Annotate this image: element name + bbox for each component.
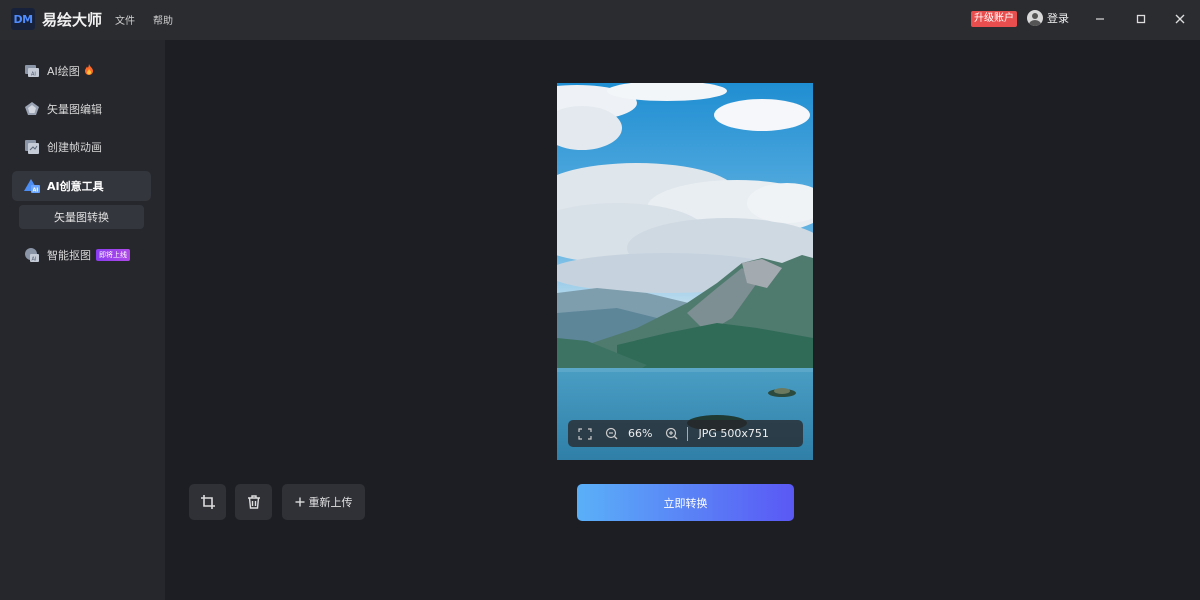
smart-cutout-icon: AI	[24, 247, 40, 263]
menu-help[interactable]: 帮助	[153, 12, 173, 27]
fire-icon	[84, 64, 94, 78]
image-info: JPG 500x751	[698, 427, 769, 440]
ai-creative-icon: AI	[24, 178, 40, 194]
zoom-in-icon[interactable]	[663, 426, 679, 442]
sidebar-item-ai-draw[interactable]: AI AI绘图	[12, 56, 151, 86]
svg-text:AI: AI	[33, 188, 39, 194]
sidebar-item-vector-edit[interactable]: 矢量图编辑	[12, 94, 151, 124]
trash-icon	[247, 495, 260, 509]
sidebar-item-label: 矢量图编辑	[47, 103, 102, 116]
maximize-icon	[1136, 14, 1146, 24]
menu-file[interactable]: 文件	[115, 12, 135, 27]
upgrade-account-button[interactable]: 升级账户	[971, 11, 1017, 27]
minimize-icon	[1096, 18, 1104, 20]
zoom-out-icon[interactable]	[603, 426, 619, 442]
delete-button[interactable]	[235, 484, 272, 520]
login-button[interactable]: 登录	[1027, 10, 1069, 26]
crop-icon	[200, 495, 215, 509]
minimize-button[interactable]	[1090, 10, 1110, 28]
toolbar-divider	[687, 426, 689, 441]
reupload-button[interactable]: 重新上传	[282, 484, 365, 520]
fit-screen-icon[interactable]	[577, 426, 593, 442]
sidebar-item-ai-creative[interactable]: AI AI创意工具	[12, 171, 151, 201]
close-button[interactable]	[1170, 10, 1190, 28]
zoom-toolbar: 66% JPG 500x751	[568, 420, 803, 447]
sidebar: AI AI绘图 矢量图编辑 创建帧动画 AI AI创意工具 矢量图转换 AI 智…	[0, 40, 165, 600]
sidebar-item-label: 创建帧动画	[47, 141, 102, 154]
svg-text:AI: AI	[31, 72, 36, 78]
title-bar: DM 易绘大师 文件 帮助 升级账户 登录	[0, 0, 1200, 40]
svg-text:AI: AI	[32, 257, 37, 263]
menu-bar: 文件 帮助	[115, 12, 173, 27]
sidebar-item-label: AI绘图	[47, 65, 80, 78]
vector-edit-icon	[24, 101, 40, 117]
maximize-button[interactable]	[1131, 10, 1151, 28]
sidebar-item-label: 智能抠图	[47, 249, 91, 262]
frame-animation-icon	[24, 139, 40, 155]
sidebar-item-smart-cutout[interactable]: AI 智能抠图 即将上线	[12, 240, 151, 270]
close-icon	[1175, 14, 1185, 24]
coming-soon-badge: 即将上线	[96, 249, 130, 261]
plus-icon	[295, 497, 304, 507]
reupload-label: 重新上传	[308, 496, 353, 509]
login-label: 登录	[1047, 12, 1069, 25]
sidebar-subitem-vector-convert[interactable]: 矢量图转换	[19, 205, 144, 229]
zoom-level: 66%	[628, 427, 653, 440]
sidebar-item-label: AI创意工具	[47, 180, 104, 193]
convert-now-button[interactable]: 立即转换	[577, 484, 794, 521]
app-title: 易绘大师	[42, 11, 103, 29]
crop-button[interactable]	[189, 484, 226, 520]
app-logo: DM	[11, 8, 35, 30]
preview-image	[557, 83, 813, 460]
user-avatar-icon	[1027, 10, 1043, 26]
sidebar-item-frame-animation[interactable]: 创建帧动画	[12, 132, 151, 162]
ai-draw-icon: AI	[24, 63, 40, 79]
